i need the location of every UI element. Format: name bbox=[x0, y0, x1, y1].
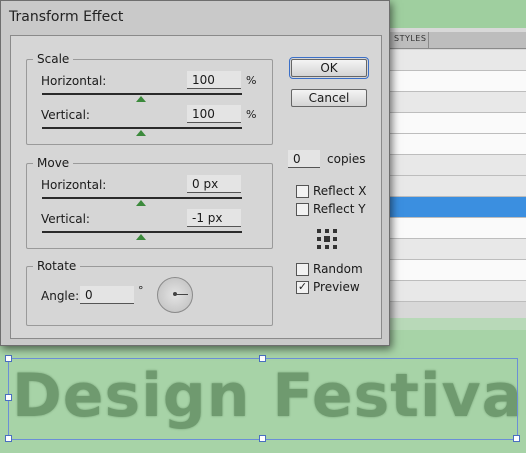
scale-group: Scale Horizontal: 100 % Vertical: 100 % bbox=[26, 52, 273, 145]
list-row[interactable] bbox=[380, 239, 526, 260]
list-row[interactable] bbox=[380, 113, 526, 134]
scale-horizontal-slider-track[interactable] bbox=[42, 93, 242, 95]
move-vertical-slider-track[interactable] bbox=[42, 231, 242, 233]
scale-horizontal-unit: % bbox=[246, 74, 257, 87]
copies-input[interactable]: 0 bbox=[288, 150, 320, 168]
list-row[interactable] bbox=[380, 176, 526, 197]
list-row[interactable] bbox=[380, 218, 526, 239]
reflect-y-checkbox[interactable] bbox=[296, 203, 309, 216]
move-horizontal-input[interactable]: 0 px bbox=[187, 175, 241, 193]
move-vertical-input[interactable]: -1 px bbox=[187, 209, 241, 227]
reflect-y-label: Reflect Y bbox=[313, 202, 366, 216]
scale-vertical-input[interactable]: 100 bbox=[187, 105, 241, 123]
resize-handle-bottom-right[interactable] bbox=[513, 435, 520, 442]
list-row-selected[interactable] bbox=[380, 197, 526, 218]
reference-point-locator-icon[interactable] bbox=[317, 229, 337, 249]
dialog-body: Scale Horizontal: 100 % Vertical: 100 % … bbox=[10, 35, 382, 339]
move-legend: Move bbox=[33, 156, 74, 170]
move-horizontal-slider-track[interactable] bbox=[42, 197, 242, 199]
resize-handle-bottom-left[interactable] bbox=[5, 435, 12, 442]
list-row[interactable] bbox=[380, 92, 526, 113]
list-row[interactable] bbox=[380, 71, 526, 92]
scale-horizontal-input[interactable]: 100 bbox=[187, 71, 241, 89]
selection-bounding-box[interactable] bbox=[8, 358, 518, 440]
dial-center bbox=[173, 292, 177, 296]
dialog-title: Transform Effect bbox=[9, 9, 124, 25]
copies-label: copies bbox=[327, 152, 366, 166]
reflect-x-checkbox[interactable] bbox=[296, 185, 309, 198]
scale-vertical-label: Vertical: bbox=[41, 108, 90, 122]
tab-divider bbox=[428, 32, 429, 48]
scale-vertical-unit: % bbox=[246, 108, 257, 121]
resize-handle-middle-left[interactable] bbox=[5, 394, 12, 401]
scale-vertical-slider-thumb[interactable] bbox=[136, 130, 146, 136]
move-horizontal-label: Horizontal: bbox=[41, 178, 107, 192]
list-row[interactable] bbox=[380, 50, 526, 71]
random-label: Random bbox=[313, 262, 363, 276]
ok-button[interactable]: OK bbox=[289, 57, 369, 79]
scale-horizontal-slider-thumb[interactable] bbox=[136, 96, 146, 102]
move-vertical-label: Vertical: bbox=[41, 212, 90, 226]
check-icon: ✓ bbox=[297, 280, 308, 293]
preview-label: Preview bbox=[313, 280, 360, 294]
rotate-angle-input[interactable]: 0 bbox=[80, 286, 134, 304]
rotate-angle-unit: ° bbox=[138, 284, 144, 297]
rotate-angle-dial[interactable] bbox=[157, 277, 193, 313]
cancel-button[interactable]: Cancel bbox=[291, 89, 367, 107]
list-row[interactable] bbox=[380, 281, 526, 302]
styles-panel: STYLES bbox=[380, 28, 526, 318]
list-row[interactable] bbox=[380, 134, 526, 155]
scale-vertical-slider-track[interactable] bbox=[42, 127, 242, 129]
list-row[interactable] bbox=[380, 260, 526, 281]
reflect-x-label: Reflect X bbox=[313, 184, 367, 198]
move-horizontal-slider-thumb[interactable] bbox=[136, 200, 146, 206]
move-vertical-slider-thumb[interactable] bbox=[136, 234, 146, 240]
scale-horizontal-label: Horizontal: bbox=[41, 74, 107, 88]
list-row[interactable] bbox=[380, 155, 526, 176]
resize-handle-bottom-center[interactable] bbox=[259, 435, 266, 442]
move-group: Move Horizontal: 0 px Vertical: -1 px bbox=[26, 156, 273, 249]
panel-tab-bar: STYLES bbox=[380, 32, 526, 49]
dialog-titlebar[interactable]: Transform Effect bbox=[1, 1, 389, 35]
scale-legend: Scale bbox=[33, 52, 74, 66]
rotate-legend: Rotate bbox=[33, 259, 81, 273]
tab-styles[interactable]: STYLES bbox=[394, 34, 426, 43]
random-checkbox[interactable] bbox=[296, 263, 309, 276]
resize-handle-top-left[interactable] bbox=[5, 355, 12, 362]
rotate-angle-label: Angle: bbox=[41, 289, 80, 303]
rotate-group: Rotate Angle: 0 ° bbox=[26, 259, 273, 326]
resize-handle-top-center[interactable] bbox=[259, 355, 266, 362]
transform-effect-dialog: Transform Effect Scale Horizontal: 100 %… bbox=[0, 0, 390, 346]
preview-checkbox[interactable]: ✓ bbox=[296, 281, 309, 294]
